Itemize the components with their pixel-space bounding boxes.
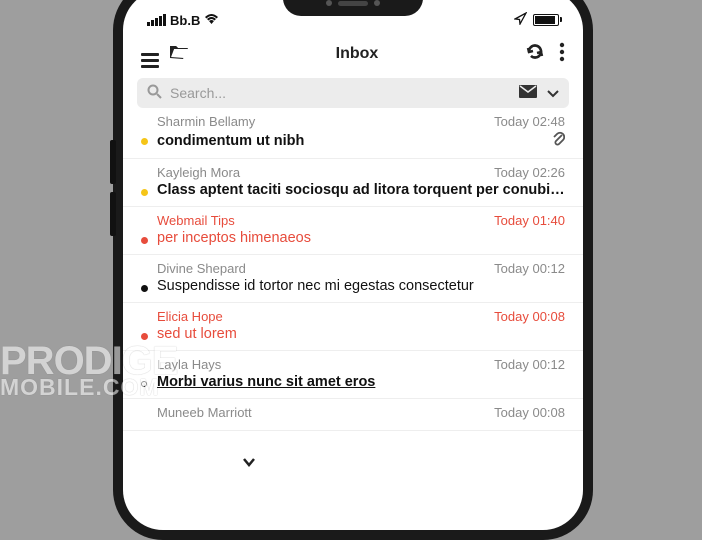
unread-dot-icon [141, 333, 148, 340]
location-icon [514, 12, 527, 28]
phone-frame: Bb.B Inbox [113, 0, 593, 540]
volume-up-button[interactable] [110, 140, 116, 184]
sender-label: Kayleigh Mora [157, 165, 240, 180]
sender-label: Sharmin Bellamy [157, 114, 255, 129]
expand-chevron-icon[interactable] [241, 454, 257, 472]
unread-dot-icon [141, 237, 148, 244]
sender-label: Layla Hays [157, 357, 221, 372]
page-title: Inbox [197, 45, 517, 63]
subject-label: condimentum ut nibh [157, 133, 551, 149]
notch [283, 0, 423, 16]
email-row[interactable]: Webmail Tips Today 01:40 per inceptos hime… [123, 207, 583, 255]
refresh-button[interactable] [525, 42, 545, 66]
wifi-icon [204, 12, 219, 28]
search-bar[interactable] [137, 78, 569, 108]
unread-dot-icon [141, 138, 148, 145]
email-row[interactable]: Elicia Hope Today 00:08 sed ut lorem [123, 303, 583, 351]
time-label: Today 01:40 [494, 213, 565, 228]
signal-icon [147, 14, 166, 26]
subject-label: sed ut lorem [157, 326, 565, 342]
time-label: Today 00:12 [494, 357, 565, 372]
subject-label: Suspendisse id tortor nec mi egestas con… [157, 278, 565, 294]
unread-dot-icon [141, 189, 148, 196]
sender-label: Elicia Hope [157, 309, 223, 324]
search-icon [147, 84, 162, 102]
email-row[interactable]: Muneeb Marriott Today 00:08 [123, 399, 583, 431]
chevron-down-icon[interactable] [547, 85, 559, 101]
time-label: Today 02:48 [494, 114, 565, 129]
volume-down-button[interactable] [110, 192, 116, 236]
time-label: Today 00:12 [494, 261, 565, 276]
time-label: Today 00:08 [494, 309, 565, 324]
unread-dot-icon [141, 285, 148, 292]
email-row[interactable]: Kayleigh Mora Today 02:26 Class aptent tac… [123, 159, 583, 207]
email-row[interactable]: Sharmin Bellamy Today 02:48 condimentum ut… [123, 108, 583, 159]
menu-button[interactable] [141, 40, 159, 68]
email-list: Sharmin Bellamy Today 02:48 condimentum ut… [123, 108, 583, 431]
subject-label: per inceptos himenaeos [157, 230, 565, 246]
carrier-label: Bb.B [170, 13, 200, 28]
app-toolbar: Inbox [123, 32, 583, 74]
search-input[interactable] [170, 85, 511, 101]
sender-label: Divine Shepard [157, 261, 246, 276]
time-label: Today 02:26 [494, 165, 565, 180]
attachment-icon [551, 131, 565, 150]
time-label: Today 00:08 [494, 405, 565, 420]
more-button[interactable] [559, 42, 565, 66]
folder-button[interactable] [169, 44, 189, 64]
email-row[interactable]: Divine Shepard Today 00:12 Suspendisse id … [123, 255, 583, 303]
read-dot-icon [141, 381, 147, 387]
sender-label: Webmail Tips [157, 213, 235, 228]
subject-label: Morbi varius nunc sit amet eros [157, 374, 565, 390]
screen: Bb.B Inbox [123, 0, 583, 530]
sender-label: Muneeb Marriott [157, 405, 252, 420]
battery-icon [533, 14, 559, 26]
email-row[interactable]: Layla Hays Today 00:12 Morbi varius nunc s… [123, 351, 583, 399]
mail-icon[interactable] [519, 85, 537, 101]
subject-label: Class aptent taciti sociosqu ad litora t… [157, 182, 565, 198]
